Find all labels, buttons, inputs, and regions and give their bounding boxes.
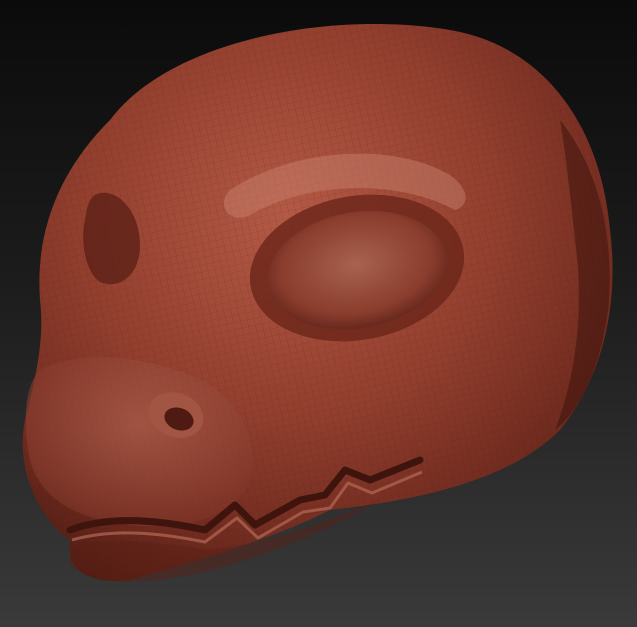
creature-head-model[interactable] [0,0,637,627]
sculpt-viewport[interactable] [0,0,637,627]
